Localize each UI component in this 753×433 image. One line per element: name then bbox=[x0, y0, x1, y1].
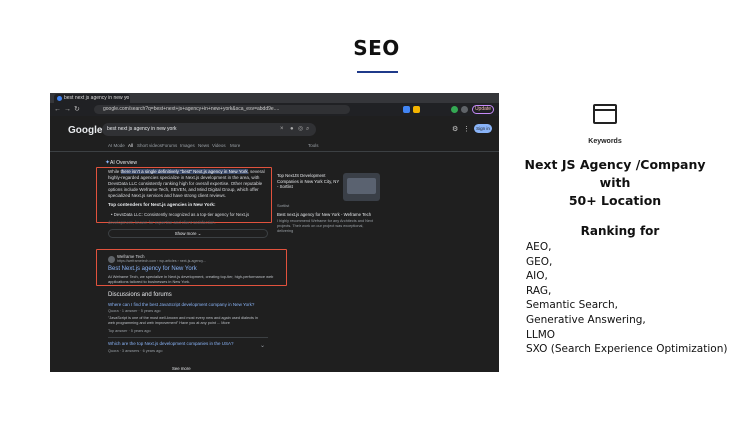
keywords-label: Keywords bbox=[588, 138, 622, 145]
tab-all[interactable]: All bbox=[128, 143, 133, 148]
card-thumbnail bbox=[343, 173, 380, 201]
url-input[interactable]: google.com/search?q=best+next+js+agency+… bbox=[94, 105, 350, 114]
search-input[interactable]: best next js agency in new york × ● ◎ ⌕ bbox=[102, 123, 316, 136]
gear-icon[interactable]: ⚙ bbox=[452, 125, 458, 133]
result-title-link[interactable]: Best Next.js agency for New York bbox=[108, 266, 197, 272]
browser-tab[interactable]: best next js agency in new yo × bbox=[54, 94, 130, 103]
extension-icon[interactable] bbox=[451, 106, 458, 113]
mic-icon[interactable]: ● bbox=[290, 123, 294, 136]
ai-bullet-text: DevsData LLC: Consistently recognized as… bbox=[113, 212, 250, 217]
tab-forums[interactable]: Forums bbox=[162, 143, 177, 148]
ranking-item: Generative Answering, bbox=[526, 313, 646, 326]
ranking-item: Semantic Search, bbox=[526, 299, 618, 312]
show-more-button[interactable]: Show more ⌄ bbox=[108, 229, 268, 238]
ai-subheading: Top contenders for Next.js agencies in N… bbox=[108, 202, 216, 207]
result-url[interactable]: https://weframetech.com › wp-articles › … bbox=[117, 259, 206, 263]
headline-line-2: 50+ Location bbox=[568, 193, 662, 208]
discussion-top-answer: Top answer · 5 years ago bbox=[108, 329, 151, 333]
ranking-heading: Ranking for bbox=[580, 224, 660, 238]
chevron-down-icon[interactable]: ⌄ bbox=[260, 342, 265, 349]
ai-text-pre: While bbox=[108, 169, 121, 174]
tab-images[interactable]: Images bbox=[180, 143, 195, 148]
google-logo[interactable]: Google bbox=[68, 125, 102, 136]
ranking-item: SXO (Search Experience Optimization) bbox=[526, 343, 728, 356]
reload-icon[interactable]: ↻ bbox=[74, 105, 80, 114]
apps-icon[interactable]: ⋮ bbox=[463, 125, 470, 133]
sign-in-button[interactable]: Sign in bbox=[474, 124, 492, 133]
tab-title: best next js agency in new yo bbox=[64, 95, 130, 101]
discussion-snippet: "JavaScript is one of the most well-know… bbox=[108, 316, 258, 325]
show-more-label: Show more bbox=[174, 231, 197, 236]
ranking-item: AEO, bbox=[526, 241, 552, 253]
discussion-source: Quora · 3 answers · 6 years ago bbox=[108, 349, 163, 353]
clear-icon[interactable]: × bbox=[280, 123, 284, 136]
headline-line-1: Next JS Agency /Company with bbox=[524, 157, 706, 190]
tab-news[interactable]: News bbox=[198, 143, 209, 148]
title-underline bbox=[357, 71, 398, 73]
ai-faded-text: development, known for expertise and cli… bbox=[108, 220, 216, 225]
search-screenshot: best next js agency in new yo × ← → ↻ go… bbox=[50, 93, 499, 372]
back-icon[interactable]: ← bbox=[54, 105, 61, 114]
browser-window-icon bbox=[593, 104, 617, 124]
ai-overview-label: AI Overview bbox=[110, 160, 137, 166]
source-card[interactable]: Top NextJS Development Companies in New … bbox=[277, 173, 380, 233]
discussions-heading: Discussions and forums bbox=[108, 292, 172, 298]
ai-text-highlight: there isn't a single definitively "best"… bbox=[120, 169, 248, 174]
discussion-question[interactable]: Which are the top Next.js development co… bbox=[108, 341, 234, 346]
card-title: Top NextJS Development Companies in New … bbox=[277, 173, 340, 189]
close-icon[interactable]: × bbox=[125, 94, 128, 103]
address-bar: ← → ↻ google.com/search?q=best+next+js+a… bbox=[50, 103, 499, 116]
forward-icon[interactable]: → bbox=[64, 105, 71, 114]
tools-button[interactable]: Tools bbox=[308, 143, 319, 148]
tab-more[interactable]: More bbox=[230, 143, 240, 148]
update-button[interactable]: Update bbox=[472, 105, 494, 114]
ranking-item: LLMO bbox=[526, 328, 556, 341]
tab-short-videos[interactable]: Short videos bbox=[137, 143, 162, 148]
ranking-item: GEO, bbox=[526, 255, 553, 268]
divider bbox=[50, 151, 499, 152]
search-icon[interactable]: ⌕ bbox=[306, 123, 309, 136]
lens-icon[interactable]: ◎ bbox=[298, 123, 303, 136]
see-more-button[interactable]: See more bbox=[172, 366, 191, 371]
ranking-item: AIO, bbox=[526, 270, 548, 283]
google-results-page: Google best next js agency in new york ×… bbox=[50, 116, 499, 372]
card-description: I highly recommend Weframe for any Archi… bbox=[277, 219, 373, 233]
divider bbox=[108, 337, 268, 338]
search-query: best next js agency in new york bbox=[107, 126, 177, 132]
card-source: Sortlist bbox=[277, 203, 290, 208]
tab-videos[interactable]: Videos bbox=[212, 143, 226, 148]
profile-icon[interactable] bbox=[461, 106, 468, 113]
tab-ai-mode[interactable]: AI Mode bbox=[108, 143, 125, 148]
page-title: SEO bbox=[353, 36, 400, 60]
card-title-2: Best next.js agency for New York - Wefra… bbox=[277, 212, 372, 217]
discussion-source: Quora · 1 answer · 5 years ago bbox=[108, 309, 161, 313]
browser-tab-bar: best next js agency in new yo × bbox=[50, 93, 499, 103]
extension-icon[interactable] bbox=[403, 106, 410, 113]
ranking-item: RAG, bbox=[526, 284, 552, 297]
slide: SEO best next js agency in new yo × ← → … bbox=[0, 0, 753, 433]
result-snippet: At Weframe Tech, we specialize in Next.j… bbox=[108, 274, 274, 284]
ai-bullet: • DevsData LLC: Consistently recognized … bbox=[111, 212, 250, 217]
ai-overview-text: While there isn't a single definitively … bbox=[108, 169, 268, 199]
site-favicon bbox=[108, 256, 115, 263]
discussion-question[interactable]: Where can I find the best JavaScript dev… bbox=[108, 302, 254, 307]
ranking-list: AEO, GEO, AIO, RAG, Semantic Search, Gen… bbox=[526, 240, 727, 357]
extension-icon[interactable] bbox=[413, 106, 420, 113]
keyword-headline: Next JS Agency /Company with 50+ Locatio… bbox=[510, 156, 720, 210]
